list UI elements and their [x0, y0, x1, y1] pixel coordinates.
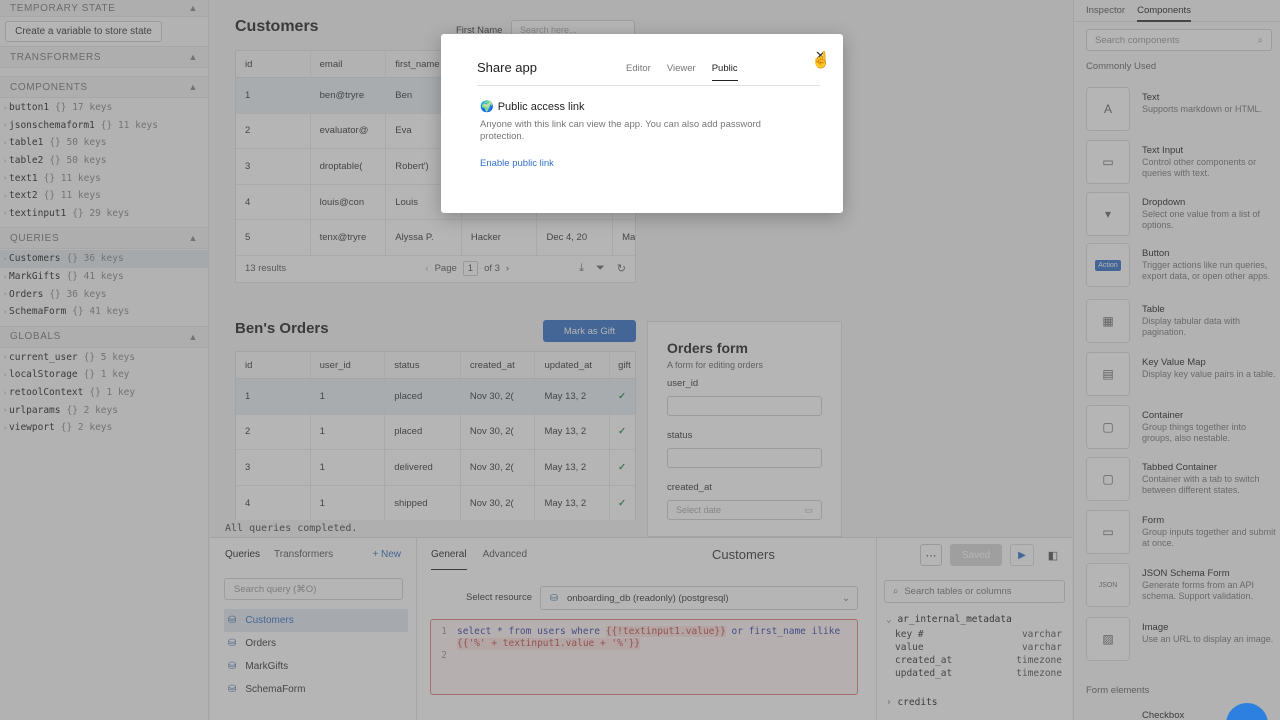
heading-text: Public access link [497, 100, 585, 113]
public-access-heading: 🌍 Public access link [480, 100, 585, 114]
modal-title: Share app [477, 60, 537, 75]
modal-tabs: Editor Viewer Public [626, 63, 738, 81]
public-access-description: Anyone with this link can view the app. … [480, 119, 761, 142]
tab-viewer[interactable]: Viewer [667, 63, 696, 81]
share-app-modal: Share app Editor Viewer Public ✕ 🌍 Public… [441, 34, 843, 213]
globe-icon: 🌍 [480, 101, 494, 113]
enable-public-link[interactable]: Enable public link [480, 158, 554, 169]
divider [477, 85, 820, 86]
pointer-cursor-icon: ☝ [811, 52, 831, 69]
tab-public[interactable]: Public [711, 63, 738, 81]
tab-editor[interactable]: Editor [626, 63, 651, 81]
